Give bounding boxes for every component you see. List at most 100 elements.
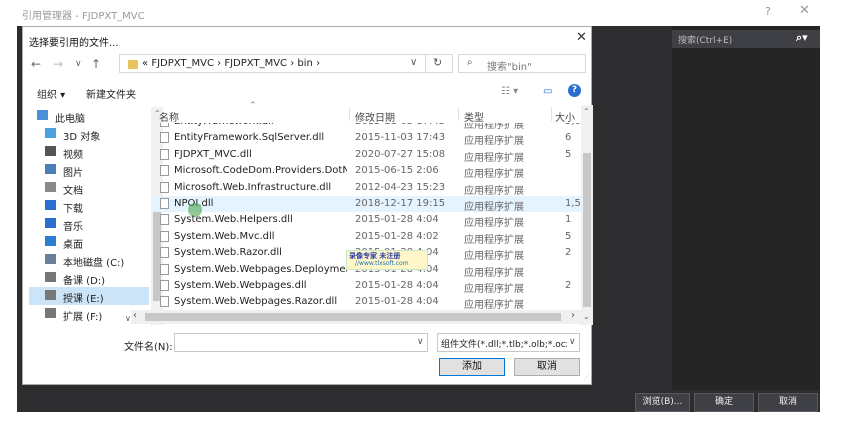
nav-item[interactable]: 此电脑 bbox=[29, 107, 149, 125]
dialog-title: 选择要引用的文件... bbox=[29, 38, 119, 49]
dll-file-icon bbox=[160, 247, 169, 259]
address-dropdown-icon[interactable]: ∨ bbox=[410, 57, 417, 68]
nav-collapse-icon[interactable]: ∨ bbox=[125, 314, 131, 323]
download-icon bbox=[45, 200, 56, 210]
file-row[interactable]: EntityFramework.dll2015-11-03 17:43应用程序扩… bbox=[153, 123, 581, 131]
address-segment-2[interactable]: FJDPXT_MVC bbox=[224, 58, 287, 69]
column-divider[interactable] bbox=[458, 107, 459, 121]
file-row[interactable]: FJDPXT_MVC.dll 2020-07-27 15:08 应用程序扩展 5 bbox=[153, 147, 581, 164]
nav-item[interactable]: 视频 bbox=[29, 143, 149, 161]
nav-item[interactable]: 3D 对象 bbox=[29, 125, 149, 143]
address-segment-3[interactable]: bin bbox=[297, 58, 312, 69]
column-header-name[interactable]: 名称 bbox=[159, 109, 179, 124]
column-header-date[interactable]: 修改日期 bbox=[355, 109, 395, 124]
file-type: 应用程序扩展 bbox=[464, 169, 524, 181]
file-date: 2018-12-17 19:15 bbox=[355, 198, 446, 209]
file-type: 应用程序扩展 bbox=[464, 284, 524, 295]
dialog-cancel-button[interactable]: 取消 bbox=[514, 358, 580, 376]
file-name: FJDPXT_MVC.dll bbox=[174, 148, 252, 160]
file-row[interactable]: System.Web.Helpers.dll 2015-01-28 4:04 应用程… bbox=[153, 212, 581, 229]
file-list-scrollbar[interactable]: ⌃ ⌄ bbox=[581, 105, 593, 325]
nav-item-label: 3D 对象 bbox=[63, 132, 101, 143]
column-header-size[interactable]: 大小 bbox=[555, 109, 575, 124]
file-list-scroll-thumb[interactable] bbox=[583, 153, 591, 307]
address-overflow[interactable]: « bbox=[142, 58, 148, 69]
nav-item-label: 此电脑 bbox=[55, 114, 85, 125]
dll-file-icon bbox=[160, 296, 169, 308]
file-row[interactable]: EntityFramework.SqlServer.dll 2015-11-03 … bbox=[153, 130, 581, 147]
chevron-right-icon[interactable]: › bbox=[217, 58, 221, 69]
nav-item[interactable]: 文档 bbox=[29, 179, 149, 197]
nav-item[interactable]: 下载 bbox=[29, 197, 149, 215]
search-icon[interactable]: ⌕▾ bbox=[796, 31, 808, 45]
file-type: 应用程序扩展 bbox=[464, 234, 524, 246]
column-header-type[interactable]: 类型 bbox=[464, 109, 484, 124]
file-date: 2015-01-28 4:04 bbox=[355, 214, 439, 226]
chevron-down-icon[interactable]: ∨ bbox=[417, 337, 424, 347]
file-row[interactable]: System.Web.Webpages.dll 2015-01-28 4:04 应用… bbox=[153, 278, 581, 295]
nav-item[interactable]: 授课 (E:) bbox=[29, 287, 149, 305]
dll-file-icon bbox=[160, 280, 169, 291]
nav-item-label: 下载 bbox=[63, 204, 83, 215]
nav-item-label: 音乐 bbox=[63, 222, 83, 233]
file-row[interactable]: System.Web.Mvc.dll 2015-01-28 4:02 应用程序扩展 5 bbox=[153, 229, 581, 246]
back-button[interactable]: ← bbox=[31, 57, 41, 71]
ok-button[interactable]: 确定 bbox=[694, 393, 754, 412]
column-divider[interactable] bbox=[551, 107, 552, 121]
filename-input[interactable]: ∨ bbox=[174, 333, 428, 352]
new-folder-button[interactable]: 新建文件夹 bbox=[86, 86, 136, 101]
outer-window-title: 引用管理器 - FJDPXT_MVC bbox=[22, 11, 145, 22]
recorder-watermark: 录像专家 未注册 //www.tlxsoft.com bbox=[346, 250, 428, 270]
forward-button[interactable]: → bbox=[53, 57, 63, 71]
preview-pane-icon[interactable]: ▭ bbox=[543, 86, 552, 97]
help-icon[interactable]: ? bbox=[568, 84, 581, 97]
browse-button[interactable]: 浏览(B)... bbox=[635, 393, 690, 412]
scroll-up-icon[interactable]: ⌃ bbox=[583, 107, 590, 116]
filename-label: 文件名(N): bbox=[124, 342, 173, 353]
refresh-icon[interactable]: ↻ bbox=[433, 56, 442, 69]
chevron-right-icon[interactable]: › bbox=[316, 58, 320, 69]
nav-item[interactable]: 图片 bbox=[29, 161, 149, 179]
scroll-down-icon[interactable]: ⌄ bbox=[583, 312, 590, 321]
file-size: 1,5 bbox=[565, 198, 581, 209]
horizontal-scrollbar[interactable]: ‹ › bbox=[131, 310, 581, 324]
add-button[interactable]: 添加 bbox=[439, 358, 505, 376]
filetype-select[interactable]: 组件文件(*.dll;*.tlb;*.olb;*.ocx ∨ bbox=[437, 333, 580, 352]
address-segment-1[interactable]: FJDPXT_MVC bbox=[151, 58, 214, 69]
outer-close-button[interactable]: ✕ bbox=[799, 3, 810, 18]
file-type: 应用程序扩展 bbox=[464, 267, 524, 279]
resize-grip-icon[interactable]: ⋰ bbox=[583, 373, 590, 381]
sort-ascending-icon: ⌃ bbox=[249, 101, 257, 111]
column-divider[interactable] bbox=[349, 107, 350, 121]
organize-button[interactable]: 组织 ▾ bbox=[37, 86, 65, 101]
address-bar[interactable]: « FJDPXT_MVC › FJDPXT_MVC › bin › ∨ ↻ bbox=[119, 54, 453, 73]
file-open-dialog: 选择要引用的文件... ✕ ← → ∨ ↑ « FJDPXT_MVC › FJD… bbox=[22, 26, 593, 385]
outer-cancel-button[interactable]: 取消 bbox=[758, 393, 818, 412]
view-options-icon[interactable]: ☷ ▾ bbox=[501, 86, 518, 97]
dialog-toolbar: 组织 ▾ 新建文件夹 ☷ ▾ ▭ ? bbox=[23, 81, 591, 103]
nav-item[interactable]: 本地磁盘 (C:) bbox=[29, 251, 149, 269]
dll-file-icon bbox=[160, 214, 169, 226]
file-row[interactable]: Microsoft.Web.Infrastructure.dll 2012-04-… bbox=[153, 180, 581, 197]
nav-item[interactable]: 音乐 bbox=[29, 215, 149, 233]
file-row[interactable]: NPOI.dll2018-12-17 19:15应用程序扩展1,5 bbox=[153, 196, 581, 213]
folder-search-input[interactable]: ⌕ 搜索"bin" bbox=[458, 54, 586, 73]
file-row[interactable]: System.Web.Webpages.Razor.dll 2015-01-28 … bbox=[153, 294, 581, 311]
outer-help-button[interactable]: ? bbox=[765, 5, 771, 18]
horizontal-scroll-thumb[interactable] bbox=[145, 313, 561, 321]
up-button[interactable]: ↑ bbox=[91, 57, 101, 71]
outer-title-bar: 引用管理器 - FJDPXT_MVC bbox=[0, 0, 847, 26]
dll-file-icon bbox=[160, 230, 169, 242]
file-type: 应用程序扩展 bbox=[464, 185, 524, 197]
dialog-close-button[interactable]: ✕ bbox=[576, 30, 587, 45]
file-name: System.Web.Razor.dll bbox=[174, 247, 282, 259]
file-list: 名称 ⌃ 修改日期 类型 大小 EntityFramework.dll 2015-… bbox=[153, 101, 591, 325]
scroll-left-icon[interactable]: ‹ bbox=[133, 310, 137, 321]
scroll-right-icon[interactable]: › bbox=[571, 310, 575, 321]
recent-locations-button[interactable]: ∨ bbox=[75, 59, 82, 69]
nav-item[interactable]: 桌面 bbox=[29, 233, 149, 251]
chevron-right-icon[interactable]: › bbox=[290, 58, 294, 69]
chevron-down-icon[interactable]: ∨ bbox=[569, 337, 576, 347]
file-row[interactable]: Microsoft.CodeDom.Providers.DotN... 2015-… bbox=[153, 163, 581, 181]
nav-item[interactable]: 备课 (D:) bbox=[29, 269, 149, 287]
